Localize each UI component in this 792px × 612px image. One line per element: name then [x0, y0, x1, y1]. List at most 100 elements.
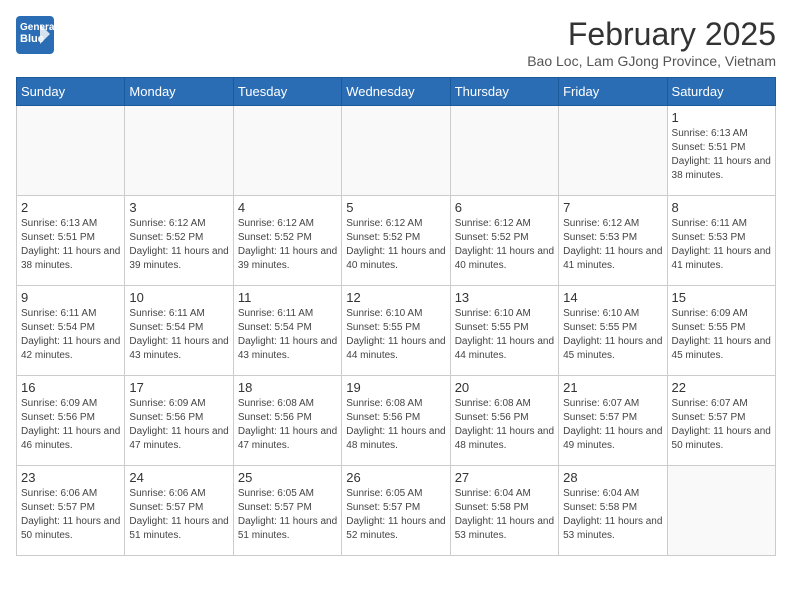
logo: General Blue	[16, 16, 58, 59]
day-number: 23	[21, 470, 120, 485]
week-row-4: 16 Sunrise: 6:09 AM Sunset: 5:56 PM Dayli…	[17, 376, 776, 466]
calendar-cell: 23 Sunrise: 6:06 AM Sunset: 5:57 PM Dayli…	[17, 466, 125, 556]
calendar-cell: 18Sunrise: 6:08 AM Sunset: 5:56 PM Dayli…	[233, 376, 341, 466]
calendar-cell: 9 Sunrise: 6:11 AM Sunset: 5:54 PM Daylig…	[17, 286, 125, 376]
day-info: Sunrise: 6:08 AM Sunset: 5:56 PM Dayligh…	[455, 397, 554, 453]
day-number: 21	[563, 380, 662, 395]
day-info: Sunrise: 6:04 AM Sunset: 5:58 PM Dayligh…	[455, 487, 554, 543]
calendar-cell	[125, 106, 233, 196]
calendar-cell: 11 Sunrise: 6:11 AM Sunset: 5:54 PM Dayli…	[233, 286, 341, 376]
calendar-cell: 25 Sunrise: 6:05 AM Sunset: 5:57 PM Dayli…	[233, 466, 341, 556]
header-tuesday: Tuesday	[233, 78, 341, 106]
calendar-cell: 6 Sunrise: 6:12 AM Sunset: 5:52 PM Daylig…	[450, 196, 558, 286]
day-info: Sunrise: 6:05 AM Sunset: 5:57 PM Dayligh…	[346, 487, 445, 543]
day-info: Sunrise: 6:09 AM Sunset: 5:56 PM Dayligh…	[21, 397, 120, 453]
calendar-cell: 15 Sunrise: 6:09 AM Sunset: 5:55 PM Dayli…	[667, 286, 775, 376]
day-info: Sunrise: 6:11 AM Sunset: 5:54 PM Dayligh…	[129, 307, 228, 363]
day-info: Sunrise: 6:10 AM Sunset: 5:55 PM Dayligh…	[563, 307, 662, 363]
calendar-cell: 14Sunrise: 6:10 AM Sunset: 5:55 PM Dayli…	[559, 286, 667, 376]
day-info: Sunrise: 6:10 AM Sunset: 5:55 PM Dayligh…	[346, 307, 445, 363]
calendar-table: SundayMondayTuesdayWednesdayThursdayFrid…	[16, 77, 776, 556]
day-number: 28	[563, 470, 662, 485]
calendar-cell	[17, 106, 125, 196]
calendar-cell: 16 Sunrise: 6:09 AM Sunset: 5:56 PM Dayli…	[17, 376, 125, 466]
day-info: Sunrise: 6:10 AM Sunset: 5:55 PM Dayligh…	[455, 307, 554, 363]
day-info: Sunrise: 6:12 AM Sunset: 5:52 PM Dayligh…	[238, 217, 337, 273]
calendar-body: 1Sunrise: 6:13 AM Sunset: 5:51 PM Daylig…	[17, 106, 776, 556]
day-info: Sunrise: 6:11 AM Sunset: 5:53 PM Dayligh…	[672, 217, 771, 273]
calendar-cell: 27 Sunrise: 6:04 AM Sunset: 5:58 PM Dayli…	[450, 466, 558, 556]
header-saturday: Saturday	[667, 78, 775, 106]
calendar-cell: 1Sunrise: 6:13 AM Sunset: 5:51 PM Daylig…	[667, 106, 775, 196]
calendar-cell: 10Sunrise: 6:11 AM Sunset: 5:54 PM Dayli…	[125, 286, 233, 376]
logo-icon: General Blue	[16, 16, 54, 54]
day-info: Sunrise: 6:09 AM Sunset: 5:55 PM Dayligh…	[672, 307, 771, 363]
calendar-cell: 5 Sunrise: 6:12 AM Sunset: 5:52 PM Daylig…	[342, 196, 450, 286]
calendar-cell: 28 Sunrise: 6:04 AM Sunset: 5:58 PM Dayli…	[559, 466, 667, 556]
day-number: 15	[672, 290, 771, 305]
calendar-cell: 3 Sunrise: 6:12 AM Sunset: 5:52 PM Daylig…	[125, 196, 233, 286]
day-number: 20	[455, 380, 554, 395]
day-number: 26	[346, 470, 445, 485]
day-info: Sunrise: 6:13 AM Sunset: 5:51 PM Dayligh…	[21, 217, 120, 273]
header-monday: Monday	[125, 78, 233, 106]
day-number: 25	[238, 470, 337, 485]
day-info: Sunrise: 6:11 AM Sunset: 5:54 PM Dayligh…	[238, 307, 337, 363]
header-wednesday: Wednesday	[342, 78, 450, 106]
day-info: Sunrise: 6:09 AM Sunset: 5:56 PM Dayligh…	[129, 397, 228, 453]
day-number: 18	[238, 380, 337, 395]
day-info: Sunrise: 6:06 AM Sunset: 5:57 PM Dayligh…	[21, 487, 120, 543]
calendar-header: SundayMondayTuesdayWednesdayThursdayFrid…	[17, 78, 776, 106]
svg-text:General: General	[20, 22, 54, 33]
calendar-cell: 4 Sunrise: 6:12 AM Sunset: 5:52 PM Daylig…	[233, 196, 341, 286]
header-thursday: Thursday	[450, 78, 558, 106]
day-info: Sunrise: 6:12 AM Sunset: 5:52 PM Dayligh…	[346, 217, 445, 273]
calendar-cell: 24Sunrise: 6:06 AM Sunset: 5:57 PM Dayli…	[125, 466, 233, 556]
calendar-cell: 8 Sunrise: 6:11 AM Sunset: 5:53 PM Daylig…	[667, 196, 775, 286]
day-number: 2	[21, 200, 120, 215]
day-number: 24	[129, 470, 228, 485]
day-info: Sunrise: 6:08 AM Sunset: 5:56 PM Dayligh…	[346, 397, 445, 453]
calendar-cell: 13 Sunrise: 6:10 AM Sunset: 5:55 PM Dayli…	[450, 286, 558, 376]
calendar-cell: 21 Sunrise: 6:07 AM Sunset: 5:57 PM Dayli…	[559, 376, 667, 466]
calendar-cell: 12 Sunrise: 6:10 AM Sunset: 5:55 PM Dayli…	[342, 286, 450, 376]
calendar-cell: 2 Sunrise: 6:13 AM Sunset: 5:51 PM Daylig…	[17, 196, 125, 286]
day-number: 4	[238, 200, 337, 215]
day-number: 6	[455, 200, 554, 215]
calendar-cell	[342, 106, 450, 196]
header-friday: Friday	[559, 78, 667, 106]
day-number: 11	[238, 290, 337, 305]
calendar-cell: 17Sunrise: 6:09 AM Sunset: 5:56 PM Dayli…	[125, 376, 233, 466]
month-title: February 2025	[527, 16, 776, 53]
calendar-cell: 26 Sunrise: 6:05 AM Sunset: 5:57 PM Dayli…	[342, 466, 450, 556]
calendar-cell: 19Sunrise: 6:08 AM Sunset: 5:56 PM Dayli…	[342, 376, 450, 466]
day-info: Sunrise: 6:07 AM Sunset: 5:57 PM Dayligh…	[672, 397, 771, 453]
header-sunday: Sunday	[17, 78, 125, 106]
day-info: Sunrise: 6:12 AM Sunset: 5:53 PM Dayligh…	[563, 217, 662, 273]
day-number: 16	[21, 380, 120, 395]
calendar-header-row: SundayMondayTuesdayWednesdayThursdayFrid…	[17, 78, 776, 106]
day-number: 12	[346, 290, 445, 305]
day-number: 9	[21, 290, 120, 305]
day-info: Sunrise: 6:05 AM Sunset: 5:57 PM Dayligh…	[238, 487, 337, 543]
day-number: 27	[455, 470, 554, 485]
calendar-cell	[667, 466, 775, 556]
calendar-cell	[450, 106, 558, 196]
day-info: Sunrise: 6:12 AM Sunset: 5:52 PM Dayligh…	[129, 217, 228, 273]
week-row-3: 9 Sunrise: 6:11 AM Sunset: 5:54 PM Daylig…	[17, 286, 776, 376]
day-info: Sunrise: 6:12 AM Sunset: 5:52 PM Dayligh…	[455, 217, 554, 273]
day-number: 3	[129, 200, 228, 215]
day-number: 13	[455, 290, 554, 305]
location: Bao Loc, Lam GJong Province, Vietnam	[527, 53, 776, 69]
calendar-cell	[559, 106, 667, 196]
day-number: 5	[346, 200, 445, 215]
page-header: General Blue February 2025 Bao Loc, Lam …	[16, 16, 776, 69]
day-number: 8	[672, 200, 771, 215]
day-info: Sunrise: 6:04 AM Sunset: 5:58 PM Dayligh…	[563, 487, 662, 543]
calendar-cell	[233, 106, 341, 196]
day-number: 22	[672, 380, 771, 395]
day-number: 7	[563, 200, 662, 215]
day-info: Sunrise: 6:07 AM Sunset: 5:57 PM Dayligh…	[563, 397, 662, 453]
day-info: Sunrise: 6:11 AM Sunset: 5:54 PM Dayligh…	[21, 307, 120, 363]
day-info: Sunrise: 6:13 AM Sunset: 5:51 PM Dayligh…	[672, 127, 771, 183]
